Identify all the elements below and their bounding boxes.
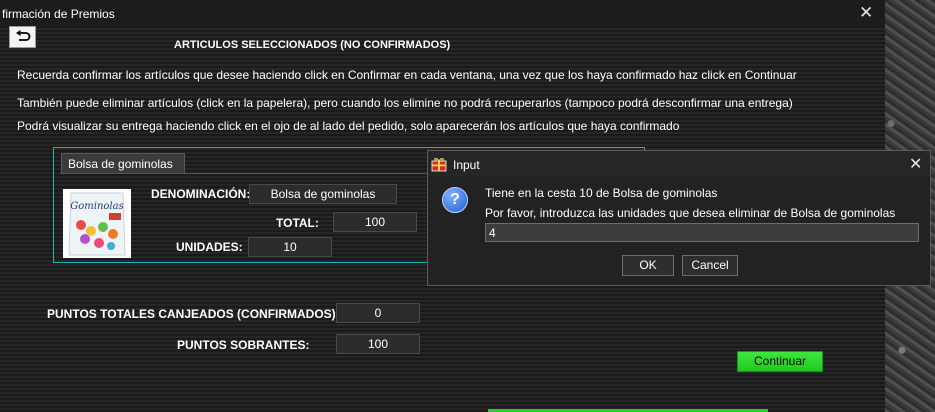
unidades-label: UNIDADES: [176, 240, 243, 254]
close-icon[interactable]: ✕ [859, 3, 873, 23]
dialog-message-stock: Tiene en la cesta 10 de Bolsa de gominol… [485, 186, 718, 200]
instruction-view: Podrá visualizar su entrega haciendo cli… [17, 119, 680, 133]
denominacion-label: DENOMINACIÓN: [151, 187, 251, 201]
input-dialog: Input ✕ ? Tiene en la cesta 10 de Bolsa … [427, 150, 931, 286]
units-to-delete-input[interactable] [485, 223, 919, 242]
dialog-title: Input [453, 158, 480, 172]
puntos-canjeados-value: 0 [336, 303, 420, 323]
window-title: firmación de Premios [2, 7, 115, 21]
page-heading: ARTICULOS SELECCIONADOS (NO CONFIRMADOS) [174, 39, 451, 51]
dialog-close-icon[interactable]: ✕ [909, 154, 922, 174]
title-bar: firmación de Premios ✕ [0, 0, 885, 26]
total-value: 100 [333, 212, 417, 232]
question-icon: ? [442, 187, 468, 213]
ok-button[interactable]: OK [622, 255, 674, 276]
puntos-sobrantes-label: PUNTOS SOBRANTES: [177, 338, 310, 352]
instruction-delete: También puede eliminar artículos (click … [17, 96, 793, 110]
puntos-canjeados-label: PUNTOS TOTALES CANJEADOS (CONFIRMADOS): [47, 307, 340, 321]
gift-icon [431, 158, 447, 172]
total-label: TOTAL: [276, 216, 319, 230]
instruction-confirm: Recuerda confirmar los artículos que des… [17, 68, 797, 82]
back-arrow-icon [15, 30, 30, 41]
continuar-button[interactable]: Continuar [737, 351, 823, 372]
puntos-sobrantes-value: 100 [336, 334, 420, 354]
product-image-brand: Gominolas [70, 201, 123, 212]
cancel-button[interactable]: Cancel [682, 255, 738, 276]
denominacion-value: Bolsa de gominolas [249, 184, 397, 204]
tab-bolsa-de-gominolas[interactable]: Bolsa de gominolas [61, 153, 185, 174]
dialog-title-bar: Input ✕ [428, 151, 930, 176]
product-image: Gominolas [63, 189, 131, 258]
unidades-value: 10 [248, 237, 332, 257]
back-button[interactable] [9, 26, 36, 48]
dialog-message-prompt: Por favor, introduzca las unidades que d… [485, 206, 896, 220]
